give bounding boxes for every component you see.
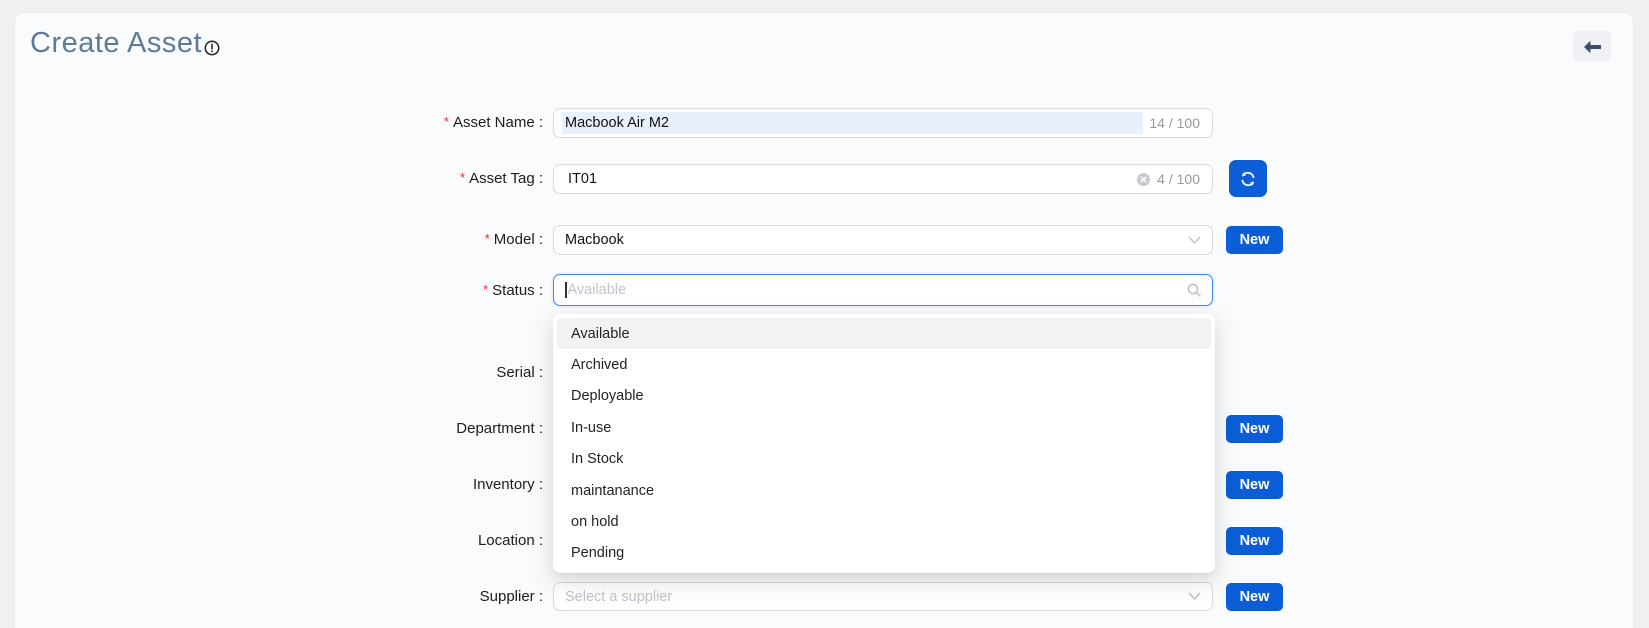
status-dropdown: Available Archived Deployable In-use In … [553, 314, 1215, 573]
status-select[interactable]: Available [553, 274, 1213, 306]
status-option-on-hold[interactable]: on hold [557, 506, 1211, 537]
back-button[interactable] [1573, 31, 1611, 62]
generate-tag-button[interactable] [1229, 160, 1267, 197]
serial-label: Serial : [270, 358, 543, 388]
required-asterisk: * [460, 170, 465, 185]
required-asterisk: * [485, 231, 490, 246]
department-label: Department : [270, 414, 543, 444]
asset-name-field: 14 / 100 [553, 108, 1213, 138]
arrow-left-icon [1583, 40, 1602, 54]
supplier-label: Supplier : [270, 582, 543, 611]
asset-tag-label: *Asset Tag : [270, 164, 543, 194]
model-label: *Model : [270, 225, 543, 255]
status-option-deployable[interactable]: Deployable [557, 381, 1211, 412]
new-model-button[interactable]: New [1226, 226, 1283, 254]
page-title: Create Asset [30, 27, 202, 60]
status-option-available[interactable]: Available [557, 318, 1211, 349]
status-option-maintanance[interactable]: maintanance [557, 475, 1211, 506]
location-label: Location : [270, 526, 543, 556]
sync-icon [1239, 170, 1257, 188]
inventory-label: Inventory : [270, 470, 543, 500]
create-asset-page: Create Asset *Asset Name : 14 / 100 *Ass… [0, 0, 1649, 628]
status-option-archived[interactable]: Archived [557, 349, 1211, 380]
info-circle-icon[interactable] [204, 40, 220, 56]
circle-close-icon[interactable] [1137, 173, 1150, 186]
text-cursor [565, 282, 567, 298]
supplier-select[interactable]: Select a supplier [553, 582, 1213, 611]
required-asterisk: * [483, 282, 488, 297]
chevron-down-icon [1188, 236, 1201, 245]
supplier-placeholder: Select a supplier [565, 589, 672, 605]
asset-tag-field: 4 / 100 [553, 164, 1213, 194]
model-value: Macbook [565, 232, 624, 248]
asset-name-input[interactable] [562, 112, 1143, 134]
required-asterisk: * [444, 114, 449, 129]
search-icon [1187, 283, 1201, 297]
asset-name-counter: 14 / 100 [1149, 115, 1200, 131]
new-supplier-button[interactable]: New [1226, 583, 1283, 611]
model-select[interactable]: Macbook [553, 225, 1213, 255]
asset-tag-input[interactable] [565, 168, 1131, 190]
asset-name-label: *Asset Name : [270, 108, 543, 138]
status-label: *Status : [270, 275, 543, 307]
status-option-in-use[interactable]: In-use [557, 412, 1211, 443]
status-option-pending[interactable]: Pending [557, 538, 1211, 569]
chevron-down-icon [1188, 592, 1201, 601]
new-department-button[interactable]: New [1226, 415, 1283, 443]
new-location-button[interactable]: New [1226, 527, 1283, 555]
new-inventory-button[interactable]: New [1226, 471, 1283, 499]
status-placeholder: Available [568, 282, 627, 298]
asset-tag-counter: 4 / 100 [1157, 171, 1200, 187]
status-option-in-stock[interactable]: In Stock [557, 444, 1211, 475]
